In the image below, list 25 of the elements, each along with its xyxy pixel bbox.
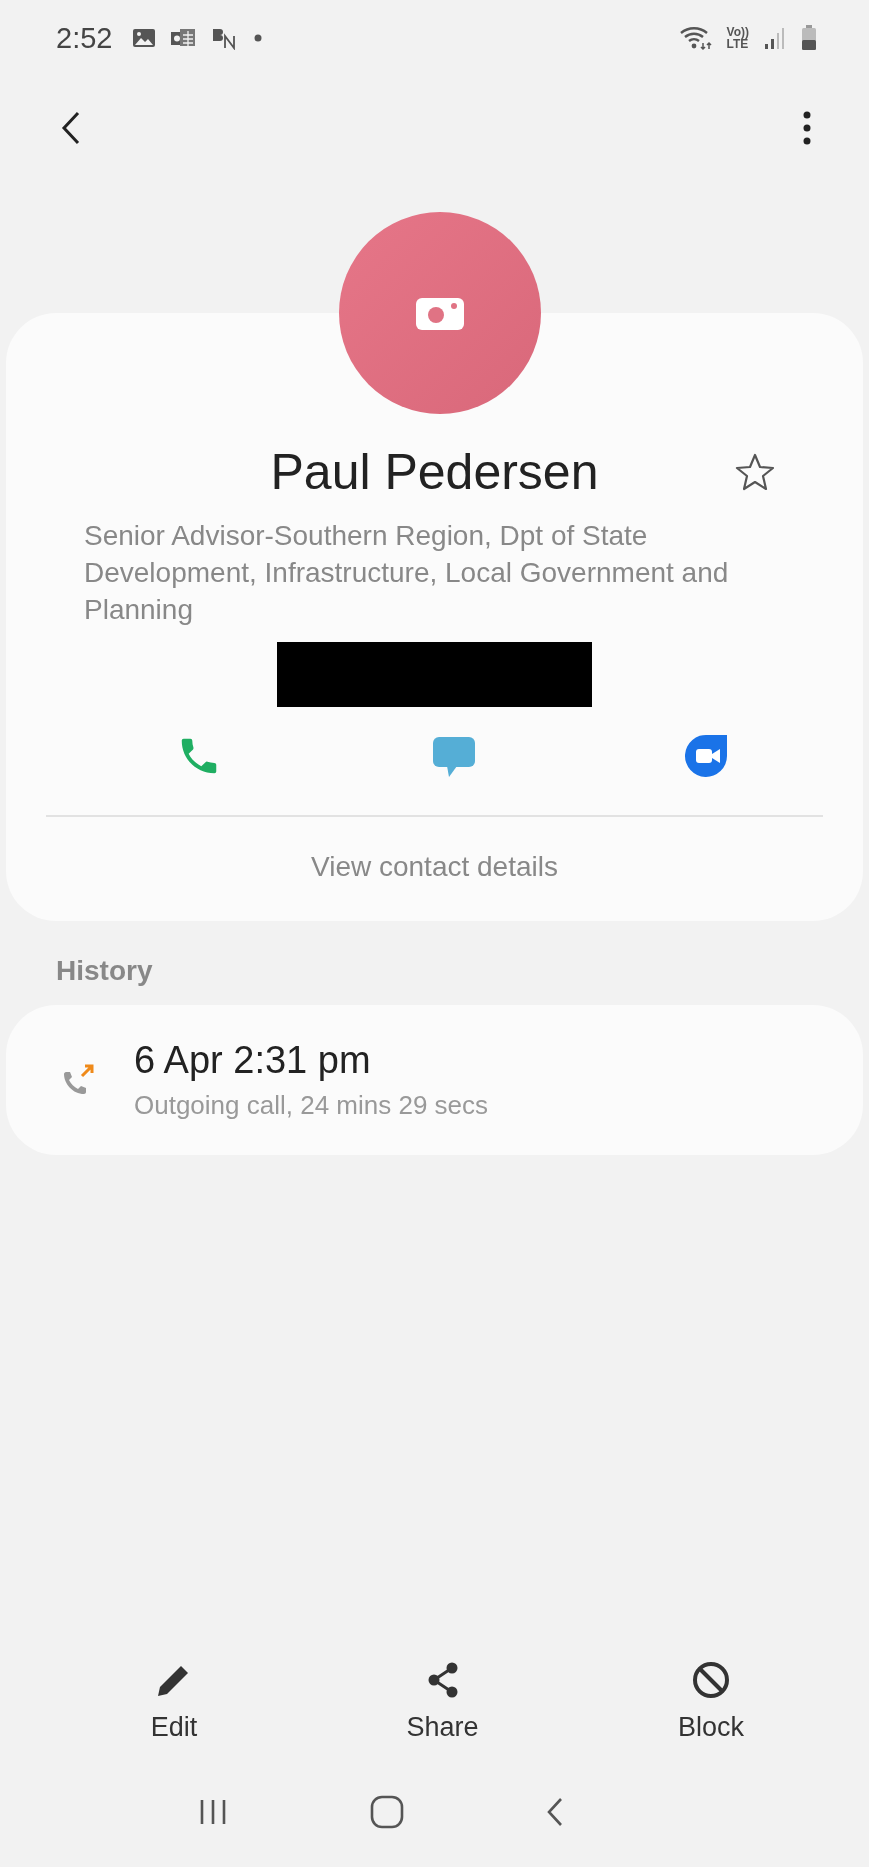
recent-apps-icon[interactable]	[198, 1798, 228, 1826]
block-button[interactable]: Block	[665, 1660, 757, 1743]
call-detail: Outgoing call, 24 mins 29 secs	[134, 1090, 489, 1121]
home-icon[interactable]	[370, 1795, 404, 1829]
back-icon[interactable]	[60, 111, 82, 145]
dot-icon	[254, 34, 263, 42]
status-time: 2:52	[56, 21, 113, 55]
signal-icon	[763, 26, 787, 50]
camera-icon	[416, 296, 464, 330]
call-time: 6 Apr 2:31 pm	[134, 1039, 372, 1082]
back-icon[interactable]	[546, 1797, 564, 1827]
edit-button[interactable]: Edit	[128, 1660, 220, 1743]
job-title: Senior Advisor-Southern Region, Dpt of State Development, Infrastructure, Local Government and Planning	[84, 519, 730, 627]
more-options-icon[interactable]	[803, 111, 811, 145]
section-heading: History	[55, 954, 154, 988]
wifi-icon	[678, 25, 713, 51]
contact-name: Paul Pedersen	[270, 443, 599, 501]
share-button[interactable]: Share	[396, 1660, 489, 1743]
battery-icon	[801, 25, 817, 51]
block-icon	[691, 1660, 731, 1700]
volte-indicator: Vo)) LTE	[726, 26, 749, 50]
star-icon[interactable]	[735, 453, 775, 491]
image-icon	[132, 28, 157, 48]
call-history-item[interactable]: 6 Apr 2:31 pm Outgoing call, 24 mins 29 secs	[6, 1005, 863, 1155]
app-icon	[170, 28, 197, 48]
